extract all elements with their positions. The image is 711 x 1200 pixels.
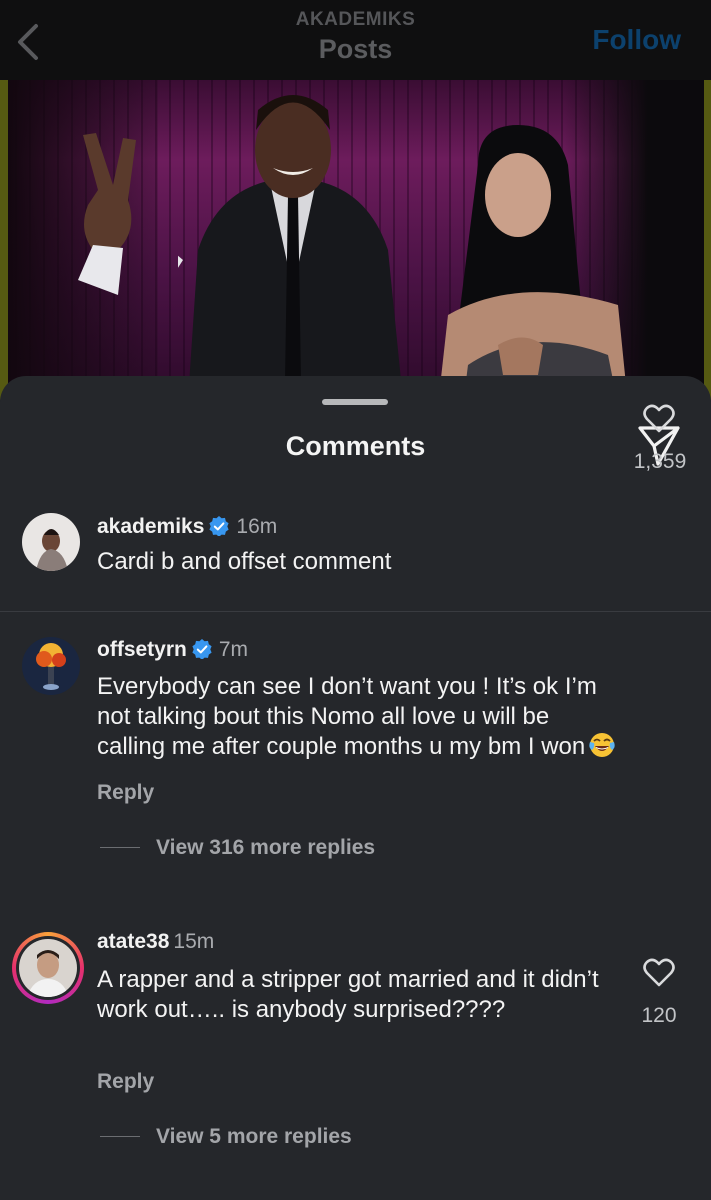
avatar-atate38[interactable] (19, 939, 77, 997)
view-more-replies-label: View 316 more replies (156, 836, 376, 859)
reply-button[interactable]: Reply (97, 1070, 154, 1094)
avatar-akademiks[interactable] (22, 513, 80, 571)
story-ring[interactable] (12, 932, 84, 1004)
man-in-suit-figure (178, 95, 403, 400)
avatar-offsetyrn[interactable] (22, 637, 80, 695)
verified-badge-icon (209, 516, 230, 536)
face-with-tears-of-joy-icon (589, 732, 615, 758)
verified-badge-icon (192, 639, 212, 659)
comment-item: atate38 15m A rapper and a stripper got m… (0, 930, 711, 1162)
comment-timestamp: 7m (218, 638, 249, 661)
peace-sign-hand (78, 133, 136, 295)
post-photo-image (8, 80, 704, 400)
like-heart-icon[interactable] (643, 404, 675, 434)
view-more-replies-button[interactable]: View 316 more replies (100, 836, 375, 860)
view-more-replies-button[interactable]: View 5 more replies (100, 1125, 352, 1149)
comment-timestamp: 15m (173, 930, 215, 953)
comment-username[interactable]: offsetyrn (97, 638, 187, 661)
comment-item: offsetyrn 7m Everybody can see I don’t wa… (0, 404, 711, 884)
view-more-replies-label: View 5 more replies (156, 1125, 352, 1148)
sheet-drag-handle[interactable] (322, 399, 388, 405)
thread-line (100, 847, 140, 848)
comment-username[interactable]: atate38 (97, 930, 169, 953)
comments-title: Comments (285, 431, 426, 461)
woman-figure (438, 125, 628, 400)
reply-button[interactable]: Reply (97, 781, 154, 805)
comment-username[interactable]: akademiks (97, 515, 204, 538)
like-count: 120 (641, 1004, 677, 1027)
follow-button[interactable]: Follow (592, 24, 681, 56)
caption-divider (0, 611, 711, 612)
caption-comment: akademiks 16m Cardi b and offset comment (0, 511, 711, 611)
thread-line (100, 1136, 140, 1137)
like-heart-icon[interactable] (643, 958, 675, 988)
comment-text: A rapper and a stripper got married and … (97, 966, 599, 1023)
comment-text: Everybody can see I don’t want you ! It’… (97, 673, 597, 760)
comment-text: Cardi b and offset comment (97, 548, 392, 575)
like-count: 1,359 (633, 450, 687, 473)
comment-timestamp: 16m (236, 515, 278, 538)
post-photo (0, 80, 711, 400)
comments-sheet: Comments akademiks 16m Cardi b and offset… (0, 376, 711, 1200)
top-nav-bar: AKADEMIKS Posts Follow (0, 0, 711, 80)
